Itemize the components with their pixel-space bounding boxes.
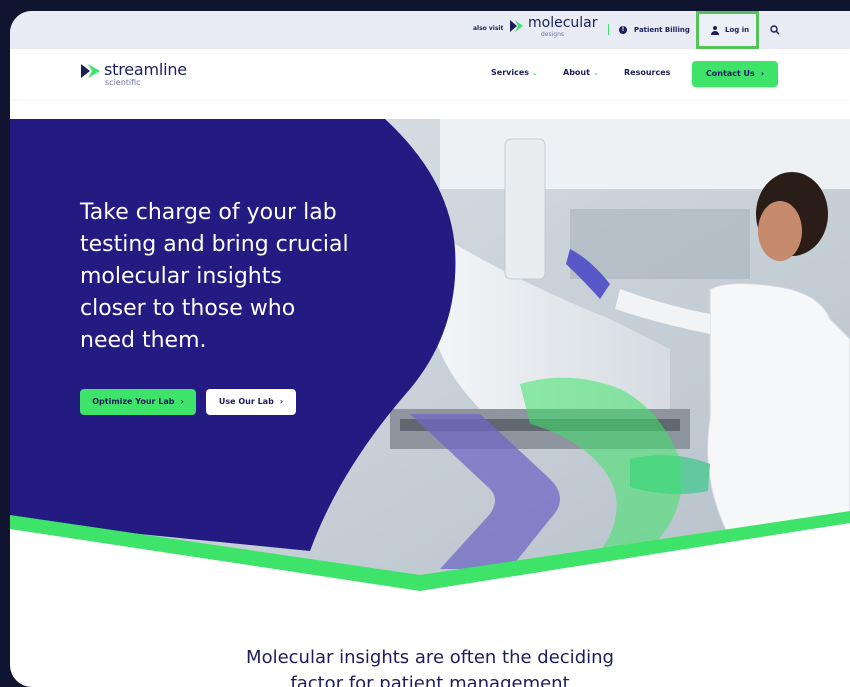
section-heading: Molecular insights are often the decidin… — [10, 645, 850, 687]
nav-item-resources[interactable]: Resources — [624, 68, 670, 77]
chevron-right-icon: › — [760, 69, 765, 78]
nav-item-services[interactable]: Services ⌄ — [491, 68, 538, 77]
hero-section: Take charge of your lab testing and brin… — [10, 119, 850, 609]
utility-bar: also visit molecular designs ! Patient B… — [10, 11, 850, 49]
use-our-lab-button[interactable]: Use Our Lab › — [206, 389, 296, 415]
login-label: Log in — [725, 26, 750, 34]
chevron-down-icon: ⌄ — [592, 69, 599, 77]
info-icon: ! — [619, 26, 627, 34]
nav-item-about[interactable]: About ⌄ — [563, 68, 599, 77]
hero-headline: Take charge of your lab testing and brin… — [80, 200, 349, 353]
scientist-lab-coat — [707, 282, 850, 540]
main-nav: streamline scientific Services ⌄ About ⌄ R… — [10, 49, 850, 99]
logo-subtitle: scientific — [105, 78, 141, 87]
molecular-designs-subtitle: designs — [541, 31, 565, 38]
molecular-designs-link[interactable]: molecular — [528, 15, 598, 31]
section-heading-line-2: factor for patient management — [290, 673, 570, 687]
patient-billing-link[interactable]: Patient Billing — [634, 26, 690, 34]
section-heading-line-1: Molecular insights are often the decidin… — [246, 647, 614, 668]
also-visit-label: also visit — [473, 25, 504, 32]
scientist-face — [758, 201, 802, 261]
user-icon — [711, 26, 719, 35]
search-icon[interactable] — [770, 25, 780, 35]
contact-us-button[interactable]: Contact Us › — [692, 61, 778, 87]
login-button[interactable]: Log in — [696, 11, 759, 49]
topbar-divider — [608, 24, 609, 35]
chevron-right-icon: › — [180, 397, 184, 406]
molecular-chevron-icon[interactable] — [509, 19, 525, 33]
streamline-chevron-icon[interactable] — [80, 62, 102, 80]
optimize-your-lab-button[interactable]: Optimize Your Lab › — [80, 389, 196, 415]
logo-wordmark[interactable]: streamline — [104, 60, 187, 79]
hero-artwork — [10, 119, 850, 609]
chevron-right-icon: › — [279, 397, 284, 406]
chevron-down-icon: ⌄ — [532, 69, 538, 77]
browser-frame: also visit molecular designs ! Patient B… — [10, 11, 850, 687]
